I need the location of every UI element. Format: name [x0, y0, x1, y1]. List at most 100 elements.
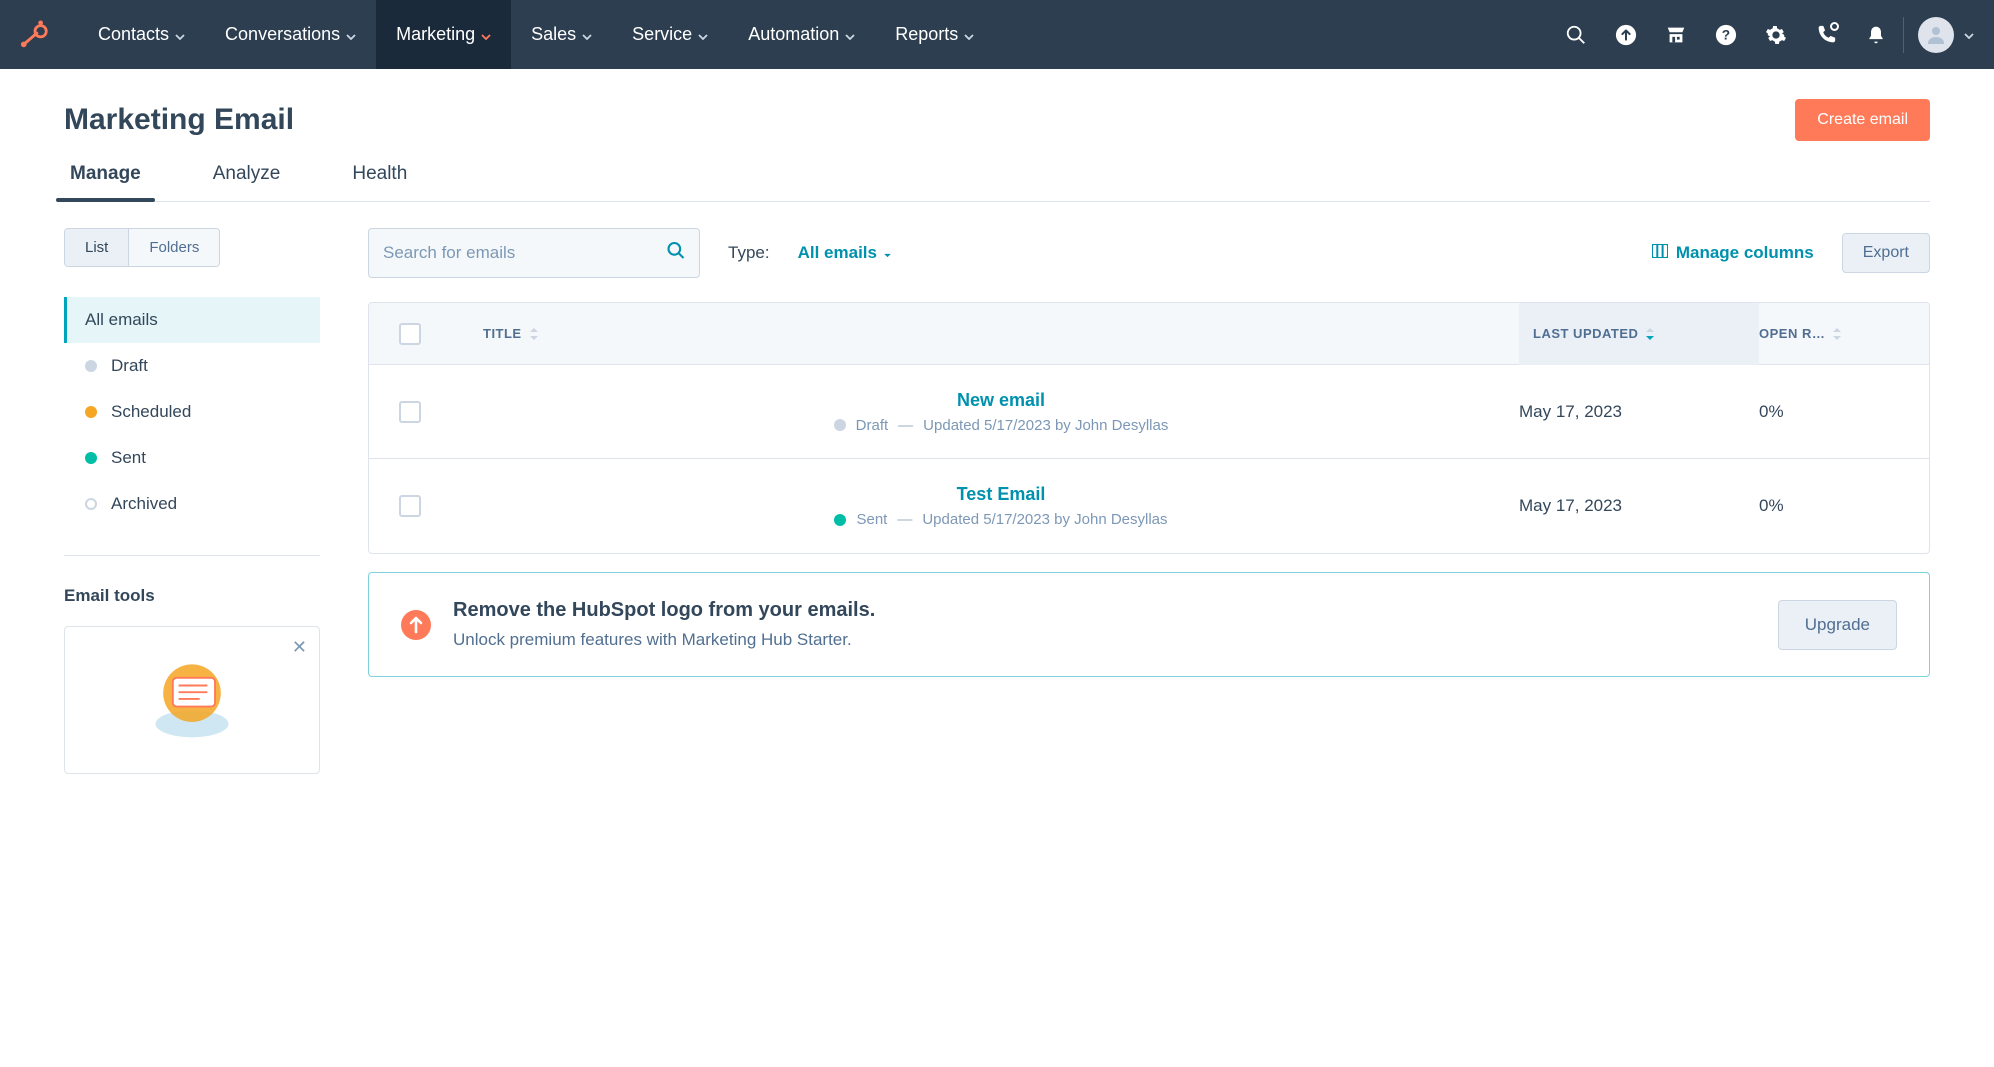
close-icon[interactable]: ✕	[292, 637, 307, 658]
column-last-updated[interactable]: LAST UPDATED	[1519, 303, 1759, 365]
table-row: Test Email Sent — Updated 5/17/2023 by J…	[369, 459, 1929, 553]
tab-health[interactable]: Health	[346, 163, 413, 201]
nav-label: Conversations	[225, 24, 340, 45]
table-row: New email Draft — Updated 5/17/2023 by J…	[369, 365, 1929, 459]
view-list-button[interactable]: List	[65, 229, 128, 266]
filter-scheduled[interactable]: Scheduled	[64, 389, 320, 435]
status-dot-icon	[85, 498, 97, 510]
email-tools-heading: Email tools	[64, 586, 320, 606]
search-icon[interactable]	[1565, 24, 1587, 46]
column-title[interactable]: TITLE	[463, 326, 1519, 341]
email-title-link[interactable]: New email	[957, 390, 1045, 411]
nav-service[interactable]: Service	[612, 0, 728, 69]
status-dot-icon	[85, 452, 97, 464]
top-nav: Contacts Conversations Marketing Sales S…	[0, 0, 1994, 69]
filter-label: Archived	[111, 494, 177, 514]
content-toolbar: Type: All emails Manage columns Export	[368, 228, 1930, 278]
help-icon[interactable]: ?	[1715, 24, 1737, 46]
filter-archived[interactable]: Archived	[64, 481, 320, 527]
chevron-down-icon	[582, 24, 592, 45]
filter-list: All emails Draft Scheduled Sent Archived	[64, 297, 320, 527]
export-button[interactable]: Export	[1842, 233, 1930, 273]
chevron-down-icon	[964, 24, 974, 45]
filter-draft[interactable]: Draft	[64, 343, 320, 389]
nav-contacts[interactable]: Contacts	[78, 0, 205, 69]
row-updated-by: Updated 5/17/2023 by John Desyllas	[923, 417, 1168, 434]
type-select[interactable]: All emails	[798, 243, 892, 263]
banner-title: Remove the HubSpot logo from your emails…	[453, 599, 1756, 622]
content-area: Type: All emails Manage columns Export T	[368, 228, 1930, 677]
account-menu[interactable]	[1918, 17, 1974, 53]
filter-label: Scheduled	[111, 402, 191, 422]
nav-divider	[1903, 17, 1904, 53]
table-header: TITLE LAST UPDATED OPEN R…	[369, 303, 1929, 365]
search-wrap	[368, 228, 700, 278]
nav-sales[interactable]: Sales	[511, 0, 612, 69]
select-all-checkbox[interactable]	[399, 323, 421, 345]
sort-icon	[1646, 328, 1654, 340]
search-input[interactable]	[368, 228, 700, 278]
sidebar: List Folders All emails Draft Scheduled …	[64, 228, 320, 774]
cell-last-updated: May 17, 2023	[1519, 496, 1622, 516]
nav-automation[interactable]: Automation	[728, 0, 875, 69]
nav-label: Sales	[531, 24, 576, 45]
avatar-icon	[1918, 17, 1954, 53]
nav-marketing[interactable]: Marketing	[376, 0, 511, 69]
phone-icon[interactable]	[1815, 24, 1837, 46]
column-open-rate[interactable]: OPEN R…	[1759, 326, 1899, 341]
cell-open-rate: 0%	[1759, 402, 1784, 422]
nav-label: Reports	[895, 24, 958, 45]
search-icon[interactable]	[666, 241, 686, 266]
nav-label: Marketing	[396, 24, 475, 45]
row-updated-by: Updated 5/17/2023 by John Desyllas	[922, 511, 1167, 528]
status-dot-icon	[85, 406, 97, 418]
tab-manage[interactable]: Manage	[64, 163, 147, 201]
filter-sent[interactable]: Sent	[64, 435, 320, 481]
row-checkbox[interactable]	[399, 495, 421, 517]
card-illustration-icon	[144, 649, 240, 745]
filter-label: All emails	[85, 310, 158, 330]
tab-analyze[interactable]: Analyze	[207, 163, 287, 201]
row-meta: Sent — Updated 5/17/2023 by John Desylla…	[834, 511, 1167, 528]
nav-reports[interactable]: Reports	[875, 0, 994, 69]
nav-items: Contacts Conversations Marketing Sales S…	[78, 0, 1565, 69]
sort-icon	[530, 328, 538, 340]
upload-icon[interactable]	[1615, 24, 1637, 46]
settings-icon[interactable]	[1765, 24, 1787, 46]
upgrade-icon	[401, 610, 431, 640]
manage-columns-label: Manage columns	[1676, 243, 1814, 263]
chevron-down-icon	[845, 24, 855, 45]
status-dot-icon	[85, 360, 97, 372]
nav-icon-group: ?	[1565, 24, 1897, 46]
row-meta: Draft — Updated 5/17/2023 by John Desyll…	[834, 417, 1169, 434]
meta-separator: —	[898, 417, 913, 434]
columns-icon	[1652, 243, 1668, 263]
page-tabs: Manage Analyze Health	[64, 163, 1930, 202]
email-title-link[interactable]: Test Email	[957, 484, 1046, 505]
hubspot-logo-icon[interactable]	[20, 20, 50, 50]
nav-label: Service	[632, 24, 692, 45]
filter-label: Draft	[111, 356, 148, 376]
row-checkbox[interactable]	[399, 401, 421, 423]
chevron-down-icon	[1964, 26, 1974, 44]
marketplace-icon[interactable]	[1665, 24, 1687, 46]
email-table: TITLE LAST UPDATED OPEN R…	[368, 302, 1930, 554]
chevron-down-icon	[175, 24, 185, 45]
status-dot-icon	[834, 514, 846, 526]
column-label: TITLE	[483, 326, 522, 341]
chevron-down-icon	[481, 24, 491, 45]
upgrade-banner: Remove the HubSpot logo from your emails…	[368, 572, 1930, 677]
create-email-button[interactable]: Create email	[1795, 99, 1930, 141]
filter-all-emails[interactable]: All emails	[64, 297, 320, 343]
upgrade-button[interactable]: Upgrade	[1778, 600, 1897, 650]
view-folders-button[interactable]: Folders	[128, 229, 219, 266]
manage-columns-link[interactable]: Manage columns	[1652, 243, 1814, 263]
notifications-icon[interactable]	[1865, 24, 1887, 46]
sidebar-divider	[64, 555, 320, 556]
column-label: LAST UPDATED	[1533, 326, 1638, 341]
column-label: OPEN R…	[1759, 326, 1825, 341]
cell-open-rate: 0%	[1759, 496, 1784, 516]
nav-conversations[interactable]: Conversations	[205, 0, 376, 69]
banner-subtitle: Unlock premium features with Marketing H…	[453, 630, 1756, 650]
type-value: All emails	[798, 243, 877, 263]
